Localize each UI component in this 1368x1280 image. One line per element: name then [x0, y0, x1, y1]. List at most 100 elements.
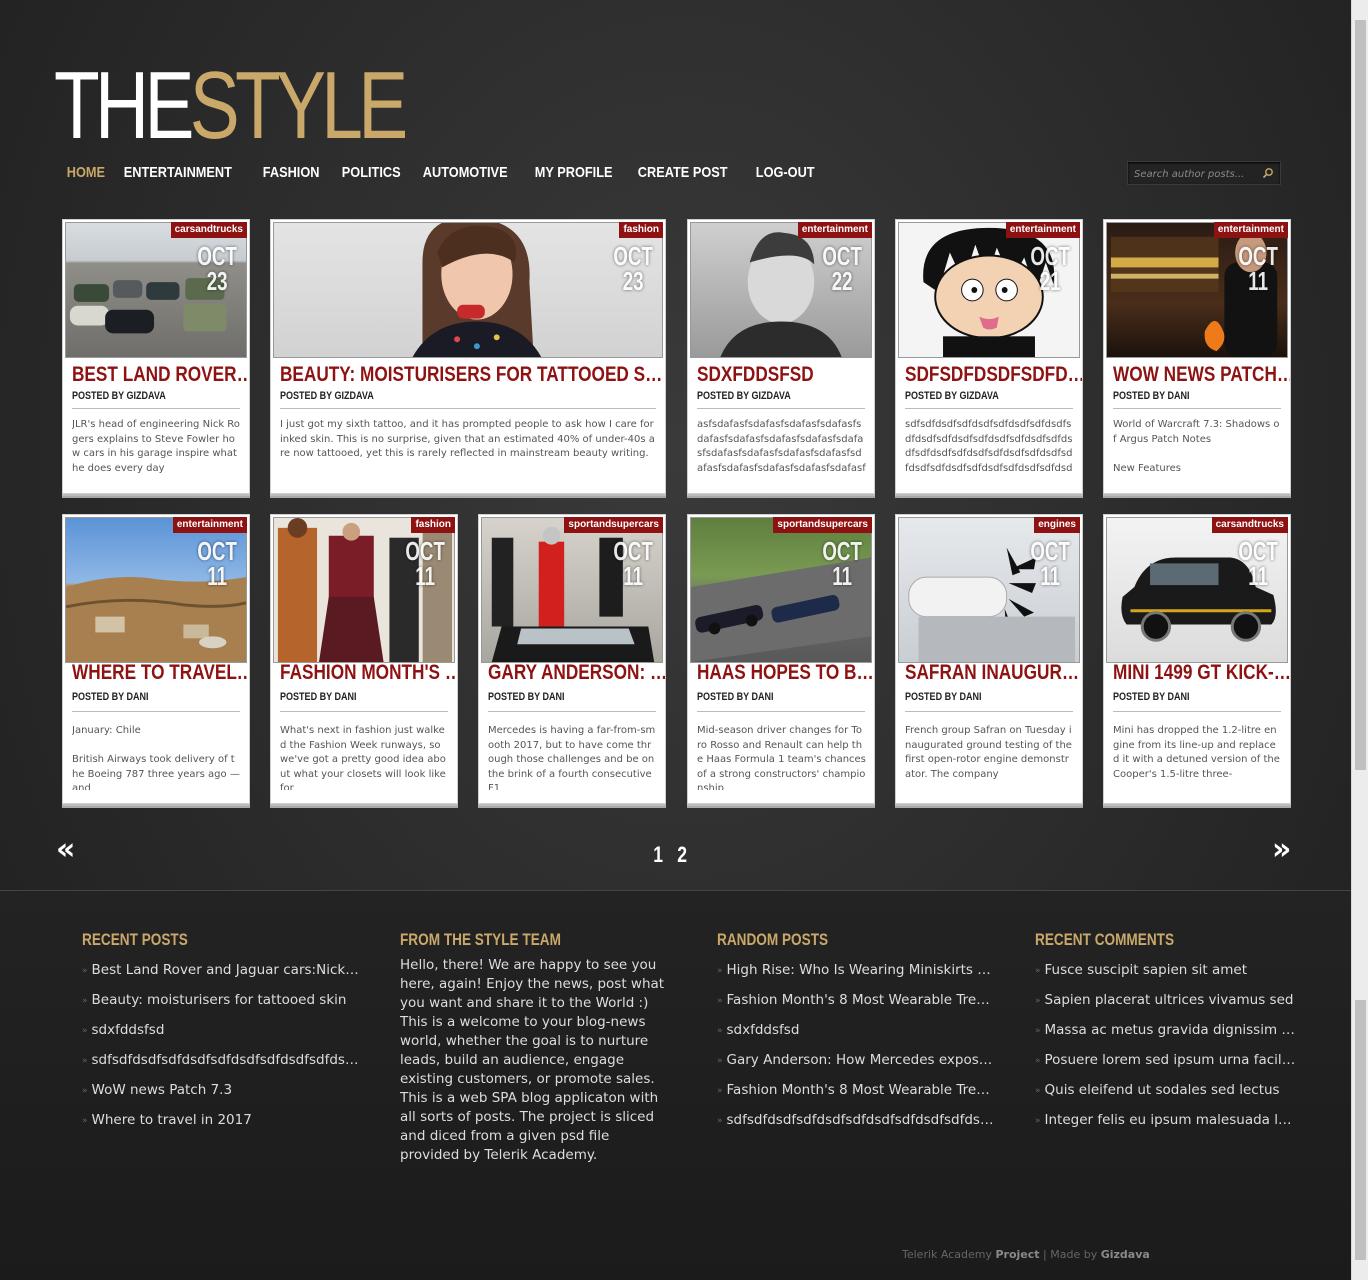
post-date: OCT 23 — [613, 241, 653, 296]
list-item[interactable]: » WoW news Patch 7.3 — [82, 1080, 362, 1110]
list-item[interactable]: » sdxfddsfsd — [717, 1020, 997, 1050]
post-excerpt: sdfsdfdsdfsdfdsdfsdfdsdfsdfdsdfsdfdsdfsd… — [905, 419, 1073, 474]
category-badge[interactable]: fashion — [619, 222, 663, 238]
post-excerpt: What's next in fashion just walked the F… — [280, 725, 446, 790]
category-badge[interactable]: sportandsupercars — [564, 517, 663, 533]
page-link-1[interactable]: 1 — [653, 842, 663, 868]
nav-entertainment[interactable]: ENTERTAINMENT — [117, 160, 239, 185]
category-badge[interactable]: entertainment — [797, 222, 872, 238]
post-card[interactable]: entertainment OCT 11 WOW NEWS PATCH 7.3 P… — [1103, 219, 1291, 494]
category-badge[interactable]: sportandsupercars — [773, 517, 872, 533]
random-posts-widget: RANDOM POSTS » High Rise: Who Is Wearing … — [717, 930, 997, 1140]
list-item[interactable]: » sdfsdfdsdfsdfdsdfsdfdsdfsdfdsdfsdfdsdfs… — [717, 1110, 997, 1140]
post-author: POSTED BY GIZDAVA — [72, 390, 166, 402]
post-date: OCT 11 — [405, 536, 445, 591]
nav-automotive[interactable]: AUTOMOTIVE — [416, 160, 514, 185]
category-badge[interactable]: engines — [1034, 517, 1080, 533]
list-item[interactable]: » High Rise: Who Is Wearing Miniskirts No… — [717, 960, 997, 990]
category-badge[interactable]: entertainment — [172, 517, 247, 533]
list-item[interactable]: » Gary Anderson: How Mercedes exposed ... — [717, 1050, 997, 1080]
list-item[interactable]: » Posuere lorem sed ipsum urna facilisis — [1035, 1050, 1297, 1080]
divider — [905, 408, 1073, 409]
post-title[interactable]: BEST LAND ROVER AN... — [72, 363, 249, 387]
nav-my-profile[interactable]: MY PROFILE — [528, 160, 619, 185]
list-item[interactable]: » sdfsdfdsdfsdfdsdfsdfdsdfsdfdsdfsdfdsdfs… — [82, 1050, 362, 1080]
search-icon[interactable] — [1262, 167, 1274, 179]
next-page-button[interactable]: » — [1272, 832, 1291, 867]
post-card[interactable]: fashion OCT 11 FASHION MONTH'S 8 ... POST… — [270, 514, 458, 804]
nav-politics[interactable]: POLITICS — [335, 160, 407, 185]
nav-log-out[interactable]: LOG-OUT — [749, 160, 821, 185]
nav-fashion[interactable]: FASHION — [256, 160, 326, 185]
list-item[interactable]: » Quis eleifend ut sodales sed lectus — [1035, 1080, 1297, 1110]
post-card[interactable]: entertainment OCT21 SDFSDFDSDFSDFDSDF...… — [895, 219, 1083, 494]
post-title[interactable]: MINI 1499 GT KICK-ST... — [1113, 661, 1290, 685]
site-logo[interactable]: THESTYLE — [54, 58, 408, 154]
list-item[interactable]: » Massa ac metus gravida dignissim eges — [1035, 1020, 1297, 1050]
list-item[interactable]: » Integer felis eu ipsum malesuada luctus — [1035, 1110, 1297, 1140]
divider — [488, 711, 656, 712]
widget-heading: RANDOM POSTS — [717, 930, 829, 949]
post-card[interactable]: fashion OCT 23 BEAUTY: MOISTURISERS FOR T… — [270, 219, 666, 494]
footer-credit: Telerik Academy Project | Made by Gizdav… — [902, 1248, 1150, 1261]
recent-comments-widget: RECENT COMMENTS » Fusce suscipit sapien s… — [1035, 930, 1297, 1140]
page-scrollbar[interactable] — [1351, 0, 1368, 1280]
post-card[interactable]: carsandtrucks OCT 11 MINI 1499 GT KICK-ST… — [1103, 514, 1291, 804]
list-item[interactable]: » Beauty: moisturisers for tattooed skin — [82, 990, 362, 1020]
post-excerpt: French group Safran on Tuesday inaugurat… — [905, 725, 1072, 780]
post-title[interactable]: SDXFDDSFSD — [697, 363, 874, 387]
post-excerpt: Mini has dropped the 1.2-litre engine fr… — [1113, 725, 1280, 780]
post-card[interactable]: engines OCT11 SAFRAN INAUGURATE... POSTE… — [895, 514, 1083, 804]
post-title[interactable]: HAAS HOPES TO BENE... — [697, 661, 874, 685]
post-title[interactable]: WHERE TO TRAVEL IN ... — [72, 661, 249, 685]
post-date: OCT 11 — [822, 536, 862, 591]
category-badge[interactable]: carsandtrucks — [1211, 517, 1288, 533]
divider — [280, 711, 448, 712]
logo-part-the: THE — [54, 52, 194, 159]
search-input[interactable] — [1134, 165, 1254, 183]
scrollbar-thumb-bottom[interactable] — [1355, 1000, 1366, 1260]
post-excerpt: asfsdafasfsdafasfsdafasfsdafasfsdafasfsd… — [697, 419, 866, 474]
prev-page-button[interactable]: « — [56, 832, 75, 867]
post-excerpt: Mercedes is having a far-from-smooth 201… — [488, 725, 656, 790]
page-link-2[interactable]: 2 — [677, 842, 687, 868]
post-card[interactable]: sportandsupercars OCT 11 GARY ANDERSON: H… — [478, 514, 666, 804]
post-card[interactable]: entertainment OCT11 WHERE TO TRAVEL IN .… — [62, 514, 250, 804]
divider — [72, 408, 240, 409]
scrollbar-thumb-top[interactable] — [1355, 20, 1366, 770]
list-item[interactable]: » Sapien placerat ultrices vivamus sed — [1035, 990, 1297, 1020]
team-text: Hello, there! We are happy to see you he… — [400, 957, 665, 1163]
list-item[interactable]: » Where to travel in 2017 — [82, 1110, 362, 1140]
post-title[interactable]: BEAUTY: MOISTURISERS FOR TATTOOED SKIN — [280, 363, 665, 387]
post-title[interactable]: WOW NEWS PATCH 7.3 — [1113, 363, 1290, 387]
post-excerpt: Mid-season driver changes for Toro Rosso… — [697, 725, 866, 790]
nav-home[interactable]: HOME — [60, 160, 112, 185]
post-author: POSTED BY GIZDAVA — [280, 390, 374, 402]
widget-heading: FROM THE STYLE TEAM — [400, 930, 561, 949]
category-badge[interactable]: fashion — [411, 517, 455, 533]
list-item[interactable]: » sdxfddsfsd — [82, 1020, 362, 1050]
post-title[interactable]: SAFRAN INAUGURATE... — [905, 661, 1082, 685]
list-item[interactable]: » Fashion Month's 8 Most Wearable Trends — [717, 1080, 997, 1110]
post-author: POSTED BY DANI — [488, 691, 565, 703]
list-item[interactable]: » Best Land Rover and Jaguar cars:Nick Ro… — [82, 960, 362, 990]
list-item[interactable]: » Fashion Month's 8 Most Wearable Trends — [717, 990, 997, 1020]
category-badge[interactable]: entertainment — [1213, 222, 1288, 238]
post-title[interactable]: GARY ANDERSON: HO... — [488, 661, 665, 685]
category-badge[interactable]: entertainment — [1005, 222, 1080, 238]
post-author: POSTED BY GIZDAVA — [905, 390, 999, 402]
post-title[interactable]: FASHION MONTH'S 8 ... — [280, 661, 457, 685]
team-widget: FROM THE STYLE TEAM Hello, there! We are… — [400, 930, 672, 1165]
post-title[interactable]: SDFSDFDSDFSDFDSDF... — [905, 363, 1082, 387]
category-badge[interactable]: carsandtrucks — [170, 222, 247, 238]
recent-posts-widget: RECENT POSTS » Best Land Rover and Jaguar… — [82, 930, 362, 1140]
nav-create-post[interactable]: CREATE POST — [631, 160, 734, 185]
post-card[interactable]: carsandtrucks OCT23 BEST LAND ROVER AN..… — [62, 219, 250, 494]
list-item[interactable]: » Fusce suscipit sapien sit amet — [1035, 960, 1297, 990]
post-date: OCT 11 — [613, 536, 653, 591]
post-thumbnail[interactable] — [273, 222, 663, 358]
divider — [1113, 408, 1281, 409]
footer-divider — [0, 890, 1351, 891]
post-card[interactable]: entertainment OCT 22 SDXFDDSFSD POSTED BY… — [687, 219, 875, 494]
post-card[interactable]: sportandsupercars OCT 11 HAAS HOPES TO BE… — [687, 514, 875, 804]
